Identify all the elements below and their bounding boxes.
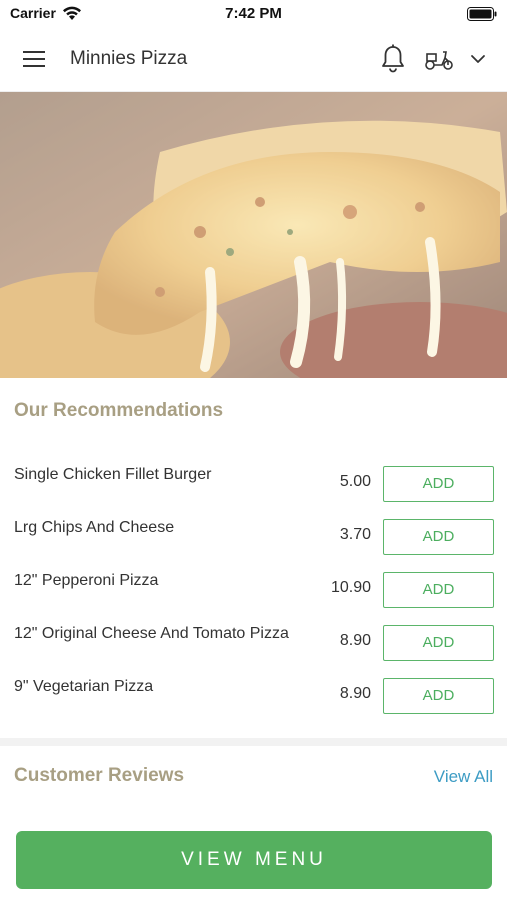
list-item: 12" Pepperoni Pizza 10.90 ADD (0, 564, 507, 617)
reviews-heading: Customer Reviews (14, 765, 185, 786)
add-button[interactable]: ADD (383, 519, 494, 555)
delivery-scooter-icon[interactable] (424, 46, 454, 72)
add-button[interactable]: ADD (383, 625, 494, 661)
page-title: Minnies Pizza (70, 48, 188, 69)
hamburger-menu-icon[interactable] (22, 48, 48, 70)
item-name: Single Chicken Fillet Burger (14, 466, 212, 483)
chevron-down-icon[interactable] (468, 50, 488, 68)
battery-icon (467, 7, 497, 21)
add-button[interactable]: ADD (383, 678, 494, 714)
section-divider (0, 738, 507, 746)
item-price: 3.70 (339, 526, 371, 543)
list-item: Lrg Chips And Cheese 3.70 ADD (0, 511, 507, 564)
item-name: 12" Pepperoni Pizza (14, 572, 159, 589)
recommendations-heading: Our Recommendations (14, 400, 224, 421)
list-item: 9" Vegetarian Pizza 8.90 ADD (0, 670, 507, 723)
view-menu-button[interactable]: VIEW MENU (16, 831, 492, 889)
bell-icon[interactable] (380, 44, 406, 74)
status-time: 7:42 PM (225, 5, 282, 22)
list-item: Single Chicken Fillet Burger 5.00 ADD (0, 458, 507, 511)
item-name: 9" Vegetarian Pizza (14, 678, 154, 695)
list-item: 12" Original Cheese And Tomato Pizza 8.9… (0, 617, 507, 670)
item-name: 12" Original Cheese And Tomato Pizza (14, 625, 289, 642)
status-bar: Carrier 7:42 PM (0, 0, 507, 26)
item-price: 5.00 (339, 473, 371, 490)
app-header: Minnies Pizza (0, 26, 507, 92)
add-button[interactable]: ADD (383, 572, 494, 608)
item-price: 8.90 (339, 685, 371, 702)
item-price: 10.90 (330, 579, 371, 596)
item-name: Lrg Chips And Cheese (14, 519, 175, 536)
recommendations-list: Single Chicken Fillet Burger 5.00 ADD Lr… (0, 458, 507, 723)
item-price: 8.90 (339, 632, 371, 649)
hero-pizza-image (0, 92, 507, 378)
add-button[interactable]: ADD (383, 466, 494, 502)
view-all-link[interactable]: View All (434, 767, 493, 787)
